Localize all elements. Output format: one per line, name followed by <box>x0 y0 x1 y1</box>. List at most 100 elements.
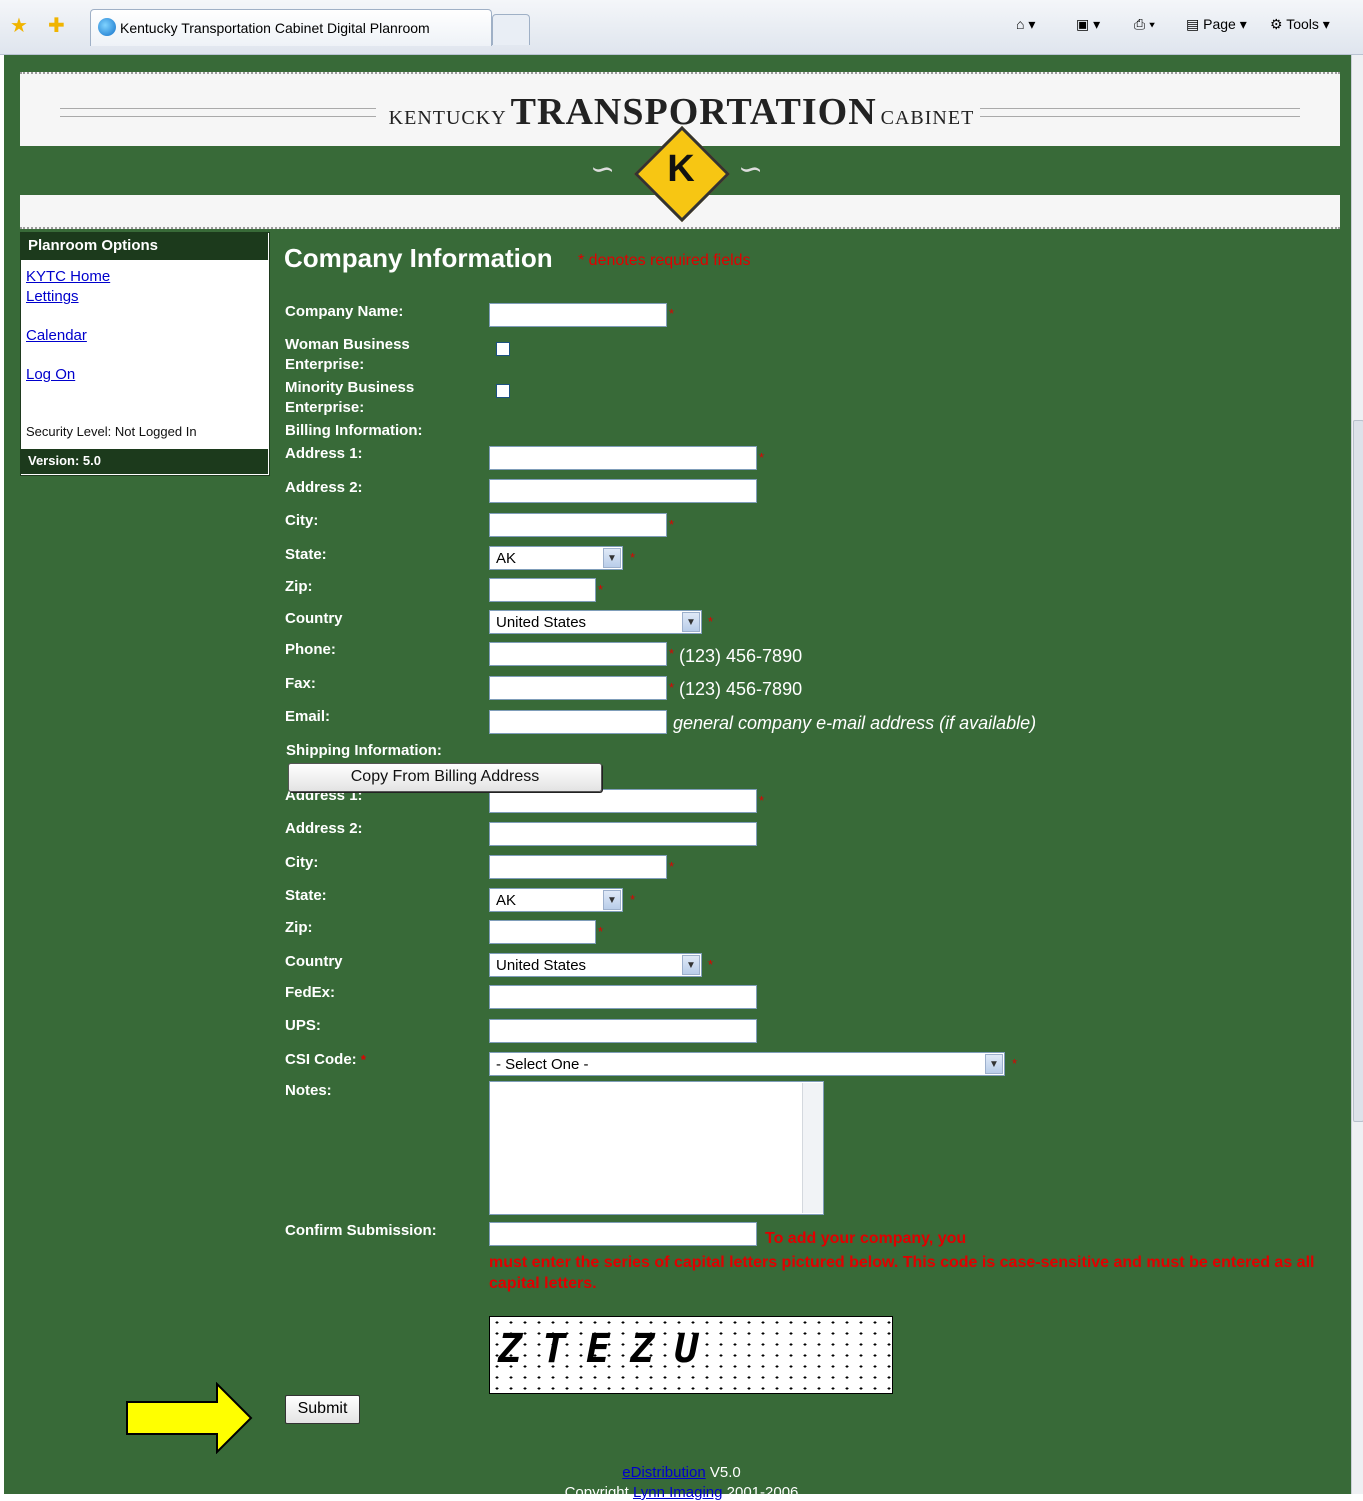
required-mark: * <box>669 859 675 874</box>
fedex-input[interactable] <box>489 985 757 1009</box>
billing-address2-input[interactable] <box>489 479 757 503</box>
shipping-state-label: State: <box>285 887 327 904</box>
fax-label: Fax: <box>285 675 316 692</box>
billing-zip-input[interactable] <box>489 578 596 602</box>
page-menu[interactable]: ▤ Page ▾ <box>1186 16 1247 33</box>
tools-menu[interactable]: ⚙ Tools ▾ <box>1270 16 1330 33</box>
billing-state-label: State: <box>285 546 327 563</box>
shipping-city-input[interactable] <box>489 855 667 879</box>
required-mark: * <box>630 550 636 565</box>
edistribution-link[interactable]: eDistribution <box>622 1464 705 1481</box>
billing-city-input[interactable] <box>489 513 667 537</box>
phone-label: Phone: <box>285 641 336 658</box>
billing-country-select[interactable]: United States ▼ <box>489 610 702 634</box>
footer-version: V5.0 <box>709 1464 741 1481</box>
chevron-down-icon[interactable]: ▼ <box>682 612 700 632</box>
phone-input[interactable] <box>489 642 667 666</box>
minority-business-label: Minority Business Enterprise: <box>285 379 415 416</box>
sidebar-link-calendar[interactable]: Calendar <box>26 327 87 344</box>
confirm-instructions-2: must enter the series of capital letters… <box>489 1254 1315 1292</box>
lynn-imaging-link[interactable]: Lynn Imaging <box>633 1484 723 1501</box>
billing-country-value: United States <box>496 614 587 631</box>
required-mark: * <box>598 582 604 597</box>
required-mark: * <box>708 957 714 972</box>
feeds-icon[interactable]: ▣ ▾ <box>1076 16 1100 33</box>
copy-from-billing-button[interactable]: Copy From Billing Address <box>288 763 602 792</box>
required-mark: * <box>759 450 765 465</box>
billing-state-select[interactable]: AK ▼ <box>489 546 623 570</box>
chevron-down-icon[interactable]: ▼ <box>682 955 700 975</box>
shipping-country-select[interactable]: United States ▼ <box>489 953 702 977</box>
notes-textarea[interactable] <box>489 1081 824 1215</box>
notes-scrollbar[interactable] <box>802 1083 823 1213</box>
shipping-zip-input[interactable] <box>489 920 596 944</box>
footer-line-2: Copyright Lynn Imaging 2001-2006 <box>0 1484 1363 1501</box>
home-icon[interactable]: ⌂ ▾ <box>1016 16 1035 33</box>
security-level: Security Level: Not Logged In <box>26 424 197 439</box>
chevron-down-icon[interactable]: ▼ <box>603 548 621 568</box>
sidebar-version: Version: 5.0 <box>20 449 268 474</box>
new-tab-button[interactable] <box>492 14 530 45</box>
email-input[interactable] <box>489 710 667 734</box>
scrollbar-thumb[interactable] <box>1353 420 1363 1122</box>
footer-line-1: eDistribution V5.0 <box>0 1464 1363 1481</box>
notes-label: Notes: <box>285 1082 332 1099</box>
page-title: Company Information <box>284 243 553 273</box>
submit-button[interactable]: Submit <box>285 1395 360 1424</box>
ups-label: UPS: <box>285 1017 321 1034</box>
billing-city-label: City: <box>285 512 319 529</box>
minority-business-checkbox[interactable] <box>496 384 510 398</box>
shipping-state-select[interactable]: AK ▼ <box>489 888 623 912</box>
sidebar-link-lettings[interactable]: Lettings <box>26 288 79 305</box>
sidebar-link-log-on[interactable]: Log On <box>26 366 75 383</box>
shipping-state-value: AK <box>496 892 517 909</box>
arrow-right-icon <box>126 1382 253 1454</box>
favorites-star-icon[interactable]: ★ <box>10 16 28 36</box>
woman-business-label: Woman Business Enterprise: <box>285 336 410 373</box>
captcha-text: ZTEZU <box>498 1326 719 1372</box>
email-label: Email: <box>285 708 331 725</box>
csi-code-label: CSI Code: * <box>285 1051 366 1068</box>
shipping-country-label: Country <box>285 953 343 970</box>
sidebar-link-kytc-home[interactable]: KYTC Home <box>26 268 110 285</box>
fax-hint: (123) 456-7890 <box>679 679 803 699</box>
add-favorites-icon[interactable]: ✚ <box>48 16 65 36</box>
billing-state-value: AK <box>496 550 517 567</box>
company-name-input[interactable] <box>489 303 667 327</box>
woman-business-checkbox[interactable] <box>496 342 510 356</box>
shipping-address1-input[interactable] <box>489 789 757 813</box>
required-mark: * <box>708 614 714 629</box>
required-mark: * <box>630 892 636 907</box>
required-mark: * <box>1012 1056 1018 1071</box>
billing-zip-label: Zip: <box>285 578 313 595</box>
chevron-down-icon[interactable]: ▼ <box>603 890 621 910</box>
csi-code-select[interactable]: - Select One - ▼ <box>489 1052 1005 1076</box>
swirl-right-icon: ∽ <box>738 152 764 187</box>
confirm-input[interactable] <box>489 1222 757 1246</box>
shipping-address2-input[interactable] <box>489 822 757 846</box>
chevron-down-icon[interactable]: ▼ <box>985 1054 1003 1074</box>
required-mark: * <box>669 306 675 321</box>
billing-address1-label: Address 1: <box>285 445 363 462</box>
tab-title: Kentucky Transportation Cabinet Digital … <box>120 20 430 36</box>
logo-letter: K <box>667 148 695 190</box>
shipping-address2-label: Address 2: <box>285 820 363 837</box>
confirm-label: Confirm Submission: <box>285 1222 437 1239</box>
shipping-header: Shipping Information: <box>286 742 442 759</box>
shipping-city-label: City: <box>285 854 319 871</box>
fax-input[interactable] <box>489 676 667 700</box>
fedex-label: FedEx: <box>285 984 336 1001</box>
email-hint: general company e-mail address (if avail… <box>673 713 1037 733</box>
shipping-country-value: United States <box>496 957 587 974</box>
billing-address2-label: Address 2: <box>285 479 363 496</box>
confirm-instructions-1: To add your company, you <box>765 1230 967 1247</box>
copyright-years: 2001-2006 <box>726 1484 799 1501</box>
billing-country-label: Country <box>285 610 343 627</box>
company-name-label: Company Name: <box>285 303 404 320</box>
ups-input[interactable] <box>489 1019 757 1043</box>
billing-address1-input[interactable] <box>489 446 757 470</box>
required-mark: * <box>669 517 675 532</box>
shipping-zip-label: Zip: <box>285 919 313 936</box>
billing-header: Billing Information: <box>285 422 423 439</box>
print-icon[interactable]: ⎙ ▾ <box>1134 16 1155 33</box>
